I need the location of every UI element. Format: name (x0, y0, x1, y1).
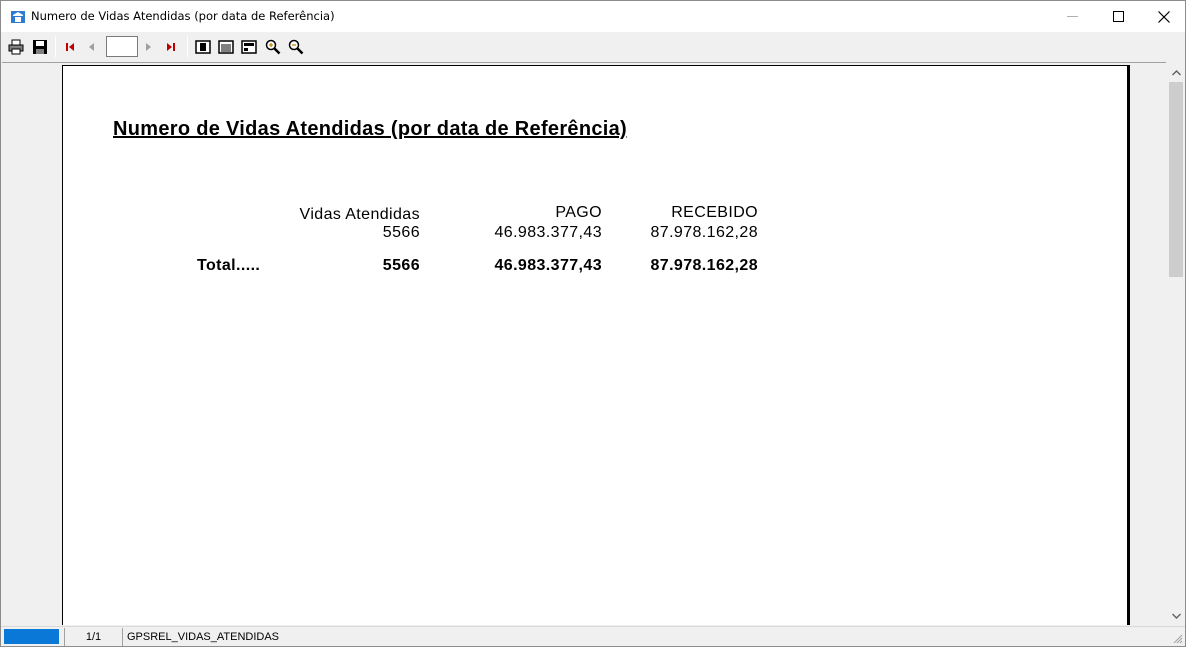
window-title: Numero de Vidas Atendidas (por data de R… (31, 9, 335, 23)
close-button[interactable] (1141, 1, 1186, 32)
row-pago-value: 46.983.377,43 (494, 224, 602, 241)
chevron-up-icon (1171, 69, 1181, 75)
progress-indicator (4, 629, 59, 644)
maximize-button[interactable] (1095, 1, 1141, 32)
report-page: Numero de Vidas Atendidas (por data de R… (62, 65, 1130, 625)
maximize-icon (1112, 11, 1124, 22)
prev-page-button[interactable] (82, 37, 102, 57)
chevron-down-icon (1171, 613, 1181, 619)
total-vidas-value: 5566 (382, 257, 420, 274)
scroll-up-button[interactable] (1167, 64, 1185, 81)
save-button[interactable] (30, 37, 50, 57)
title-bar: Numero de Vidas Atendidas (por data de R… (1, 1, 1185, 32)
report-name: GPSREL_VIDAS_ATENDIDAS (122, 628, 522, 646)
close-icon (1158, 10, 1170, 23)
next-page-button[interactable] (138, 37, 158, 57)
first-page-icon (66, 43, 74, 51)
row-vidas-value: 5566 (382, 224, 420, 241)
view-100-icon (241, 40, 257, 54)
status-bar: 1/1 GPSREL_VIDAS_ATENDIDAS (1, 626, 1185, 646)
scroll-down-button[interactable] (1167, 607, 1185, 624)
page-width-button[interactable] (216, 37, 236, 57)
header-recebido: RECEBIDO (671, 204, 758, 221)
minimize-button[interactable] (1049, 1, 1095, 32)
total-recebido-value: 87.978.162,28 (650, 257, 758, 274)
report-title: Numero de Vidas Atendidas (por data de R… (113, 118, 628, 140)
first-page-button[interactable] (60, 37, 80, 57)
view-100-button[interactable] (239, 37, 259, 57)
total-label: Total..... (197, 257, 261, 274)
last-page-icon (167, 43, 175, 51)
prev-page-icon (89, 43, 94, 51)
zoom-in-button[interactable] (263, 37, 283, 57)
whole-page-button[interactable] (193, 37, 213, 57)
toolbar (1, 32, 1185, 61)
zoom-in-icon (265, 39, 281, 55)
page-number-input[interactable] (106, 36, 138, 57)
vertical-scrollbar[interactable] (1167, 62, 1185, 625)
save-icon (33, 40, 47, 54)
page-count: 1/1 (64, 628, 122, 646)
header-pago: PAGO (555, 204, 602, 221)
printer-icon (8, 39, 24, 55)
scroll-thumb[interactable] (1169, 82, 1183, 277)
toolbar-separator (187, 36, 188, 57)
header-vidas-atendidas: Vidas Atendidas (299, 206, 420, 223)
row-recebido-value: 87.978.162,28 (650, 224, 758, 241)
total-pago-value: 46.983.377,43 (494, 257, 602, 274)
resize-grip-icon[interactable] (1171, 632, 1183, 644)
whole-page-icon (195, 40, 211, 54)
zoom-out-button[interactable] (286, 37, 306, 57)
minimize-icon (1066, 16, 1078, 17)
preview-area[interactable]: Numero de Vidas Atendidas (por data de R… (2, 62, 1166, 625)
print-button[interactable] (6, 37, 26, 57)
next-page-icon (146, 43, 151, 51)
page-width-icon (218, 40, 234, 54)
last-page-button[interactable] (161, 37, 181, 57)
app-icon (10, 9, 26, 25)
report-preview-window: Numero de Vidas Atendidas (por data de R… (0, 0, 1186, 647)
toolbar-separator (55, 36, 56, 57)
zoom-out-icon (288, 39, 304, 55)
